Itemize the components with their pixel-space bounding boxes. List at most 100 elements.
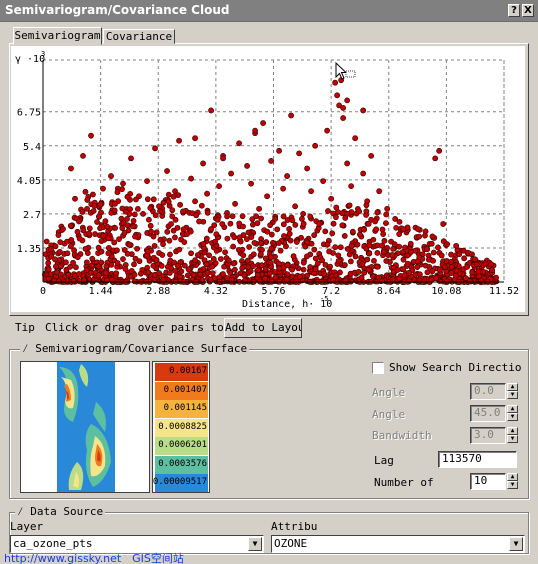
chart-point[interactable] [414,264,421,271]
chart-point[interactable] [280,221,287,228]
chart-point[interactable] [344,160,351,167]
chart-point[interactable] [157,208,163,214]
chart-point[interactable] [406,270,412,276]
chart-point[interactable] [83,267,90,274]
chart-point[interactable] [384,205,391,212]
chart-point[interactable] [185,266,192,273]
chart-point[interactable] [153,257,160,263]
chart-point[interactable] [366,242,373,248]
chart-point[interactable] [228,170,234,177]
chart-point[interactable] [396,231,403,238]
chart-point[interactable] [228,276,235,283]
spin-down-icon[interactable]: ▼ [507,391,518,399]
chart-point[interactable] [408,248,415,255]
chart-point[interactable] [480,269,487,275]
chart-point[interactable] [100,185,106,192]
chart-point[interactable] [72,195,78,202]
chart-point[interactable] [374,263,381,270]
chart-point[interactable] [311,246,318,253]
watermark-link[interactable]: http://www.gissky.net GIS空间站 [4,550,184,564]
chart-point[interactable] [473,261,480,268]
chart-point[interactable] [119,225,126,231]
tab-semivariogram[interactable]: Semivariogram [13,27,102,45]
chart-point[interactable] [169,207,176,214]
chart-point[interactable] [352,135,359,142]
chart-point[interactable] [448,263,455,270]
chart-point[interactable] [469,251,475,258]
chart-point[interactable] [144,264,151,271]
chart-point[interactable] [82,245,89,252]
chart-point[interactable] [122,266,129,272]
chart-point[interactable] [176,137,182,144]
chart-point[interactable] [192,135,198,142]
chart-point[interactable] [172,234,178,241]
chart-point[interactable] [167,251,173,258]
chart-point[interactable] [448,258,455,265]
chart-point[interactable] [264,193,270,200]
chart-point[interactable] [86,225,93,232]
chart-point[interactable] [272,216,279,222]
chart-point[interactable] [124,250,131,257]
chart-point[interactable] [380,249,387,256]
chart-point[interactable] [80,227,87,234]
chart-point[interactable] [388,238,395,245]
chart-point[interactable] [335,252,342,259]
chart-point[interactable] [164,168,170,174]
chart-point[interactable] [100,233,107,239]
chart-point[interactable] [290,253,297,260]
chart-point[interactable] [312,255,319,262]
chart-point[interactable] [461,255,468,262]
chart-point[interactable] [346,202,353,209]
chart-point[interactable] [416,233,423,240]
chart-point[interactable] [200,160,206,167]
chart-point[interactable] [55,232,62,238]
chart-point[interactable] [298,234,305,241]
chart-point[interactable] [174,224,181,231]
chart-point[interactable] [230,260,237,267]
chart-point[interactable] [400,266,407,273]
chart-point[interactable] [180,208,186,215]
chart-point[interactable] [448,251,454,258]
chart-point[interactable] [415,226,421,232]
chart-point[interactable] [361,269,368,276]
chart-point[interactable] [252,127,258,134]
chart-point[interactable] [312,142,319,149]
chart-point[interactable] [57,248,63,255]
chart-point[interactable] [208,107,214,114]
chart-point[interactable] [54,269,60,276]
chart-point[interactable] [217,256,224,262]
chart-point[interactable] [311,232,318,239]
chart-point[interactable] [172,188,178,195]
chart-point[interactable] [147,222,154,229]
chart-point[interactable] [184,272,191,279]
chart-point[interactable] [131,271,138,278]
chart-point[interactable] [348,242,355,249]
chart-point[interactable] [224,235,231,242]
chart-point[interactable] [253,213,260,220]
chart-point[interactable] [276,240,282,247]
chart-point[interactable] [116,236,122,243]
chart-point[interactable] [82,188,89,195]
chart-point[interactable] [220,155,226,162]
chart-point[interactable] [441,264,448,270]
chart-point[interactable] [236,140,242,147]
chart-point[interactable] [370,273,376,280]
chart-point[interactable] [361,226,367,233]
chart-point[interactable] [444,241,451,248]
chart-point[interactable] [95,272,102,279]
chevron-down-icon[interactable]: ▼ [248,537,262,551]
chart-point[interactable] [292,203,299,210]
semivariogram-chart[interactable]: 0 1.44 2.88 4.32 5.76 7.2 8.64 10.08 11.521.352.… [11,46,525,312]
chart-point[interactable] [322,228,329,235]
chart-point[interactable] [108,276,115,283]
chart-point[interactable] [58,263,64,270]
chart-point[interactable] [430,257,436,264]
chart-point[interactable] [375,274,382,281]
spin-down-icon[interactable]: ▼ [507,435,518,443]
chart-point[interactable] [433,275,440,281]
chart-point[interactable] [88,132,94,139]
chart-point[interactable] [246,244,253,250]
chart-point[interactable] [339,222,346,229]
chart-point[interactable] [464,263,471,270]
chart-point[interactable] [120,256,126,262]
